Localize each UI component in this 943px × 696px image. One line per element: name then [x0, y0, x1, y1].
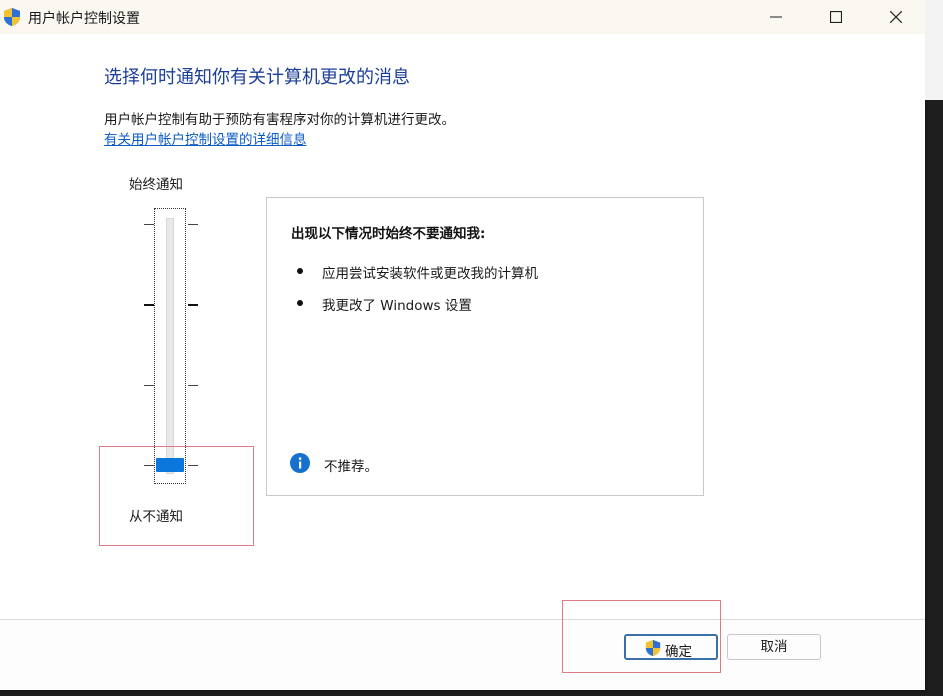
- slider-tick: [144, 224, 154, 225]
- description-text: 用户帐户控制有助于预防有害程序对你的计算机进行更改。: [104, 112, 455, 128]
- slider-tick: [144, 465, 154, 466]
- not-recommended-note: 不推荐。: [324, 459, 378, 475]
- slider-tick: [188, 224, 198, 225]
- background-edge: [925, 0, 943, 100]
- slider-tick: [144, 385, 154, 386]
- slider-track[interactable]: [166, 218, 174, 474]
- close-icon: [890, 11, 902, 23]
- uac-shield-icon: [4, 8, 20, 26]
- level-description-panel: 出现以下情况时始终不要通知我: 应用尝试安装软件或更改我的计算机 我更改了 Wi…: [266, 197, 704, 496]
- slider-tick: [188, 465, 198, 466]
- slider-label-always-notify: 始终通知: [129, 177, 183, 193]
- close-button[interactable]: [866, 0, 926, 34]
- page-heading: 选择何时通知你有关计算机更改的消息: [104, 67, 410, 88]
- cancel-button-label: 取消: [760, 639, 788, 655]
- cancel-button[interactable]: 取消: [727, 634, 821, 660]
- slider-tick: [188, 304, 198, 306]
- slider-thumb[interactable]: [156, 458, 184, 472]
- list-item-text: 我更改了 Windows 设置: [322, 298, 472, 314]
- minimize-icon: [770, 16, 782, 18]
- slider-label-never-notify: 从不通知: [129, 509, 183, 525]
- list-item-text: 应用尝试安装软件或更改我的计算机: [322, 266, 538, 282]
- uac-shield-icon: [645, 639, 661, 657]
- panel-heading: 出现以下情况时始终不要通知我:: [291, 226, 486, 242]
- window-title: 用户帐户控制设置: [28, 11, 140, 27]
- info-icon: [290, 453, 310, 473]
- bullet-icon: [297, 268, 303, 274]
- maximize-icon: [830, 11, 842, 23]
- maximize-button[interactable]: [806, 0, 866, 34]
- uac-settings-window: 用户帐户控制设置 选择何时通知你有关计算机更改的消息 用户帐户控制有助于预防有害…: [0, 0, 925, 690]
- uac-details-link[interactable]: 有关用户帐户控制设置的详细信息: [104, 128, 307, 148]
- title-bar[interactable]: 用户帐户控制设置: [0, 0, 925, 34]
- slider-tick: [144, 304, 154, 306]
- bullet-icon: [297, 300, 303, 306]
- notification-level-slider[interactable]: [144, 208, 198, 490]
- minimize-button[interactable]: [746, 0, 806, 34]
- ok-button-label: 确定: [665, 644, 692, 660]
- ok-button[interactable]: 确定: [624, 634, 718, 660]
- slider-tick: [188, 385, 198, 386]
